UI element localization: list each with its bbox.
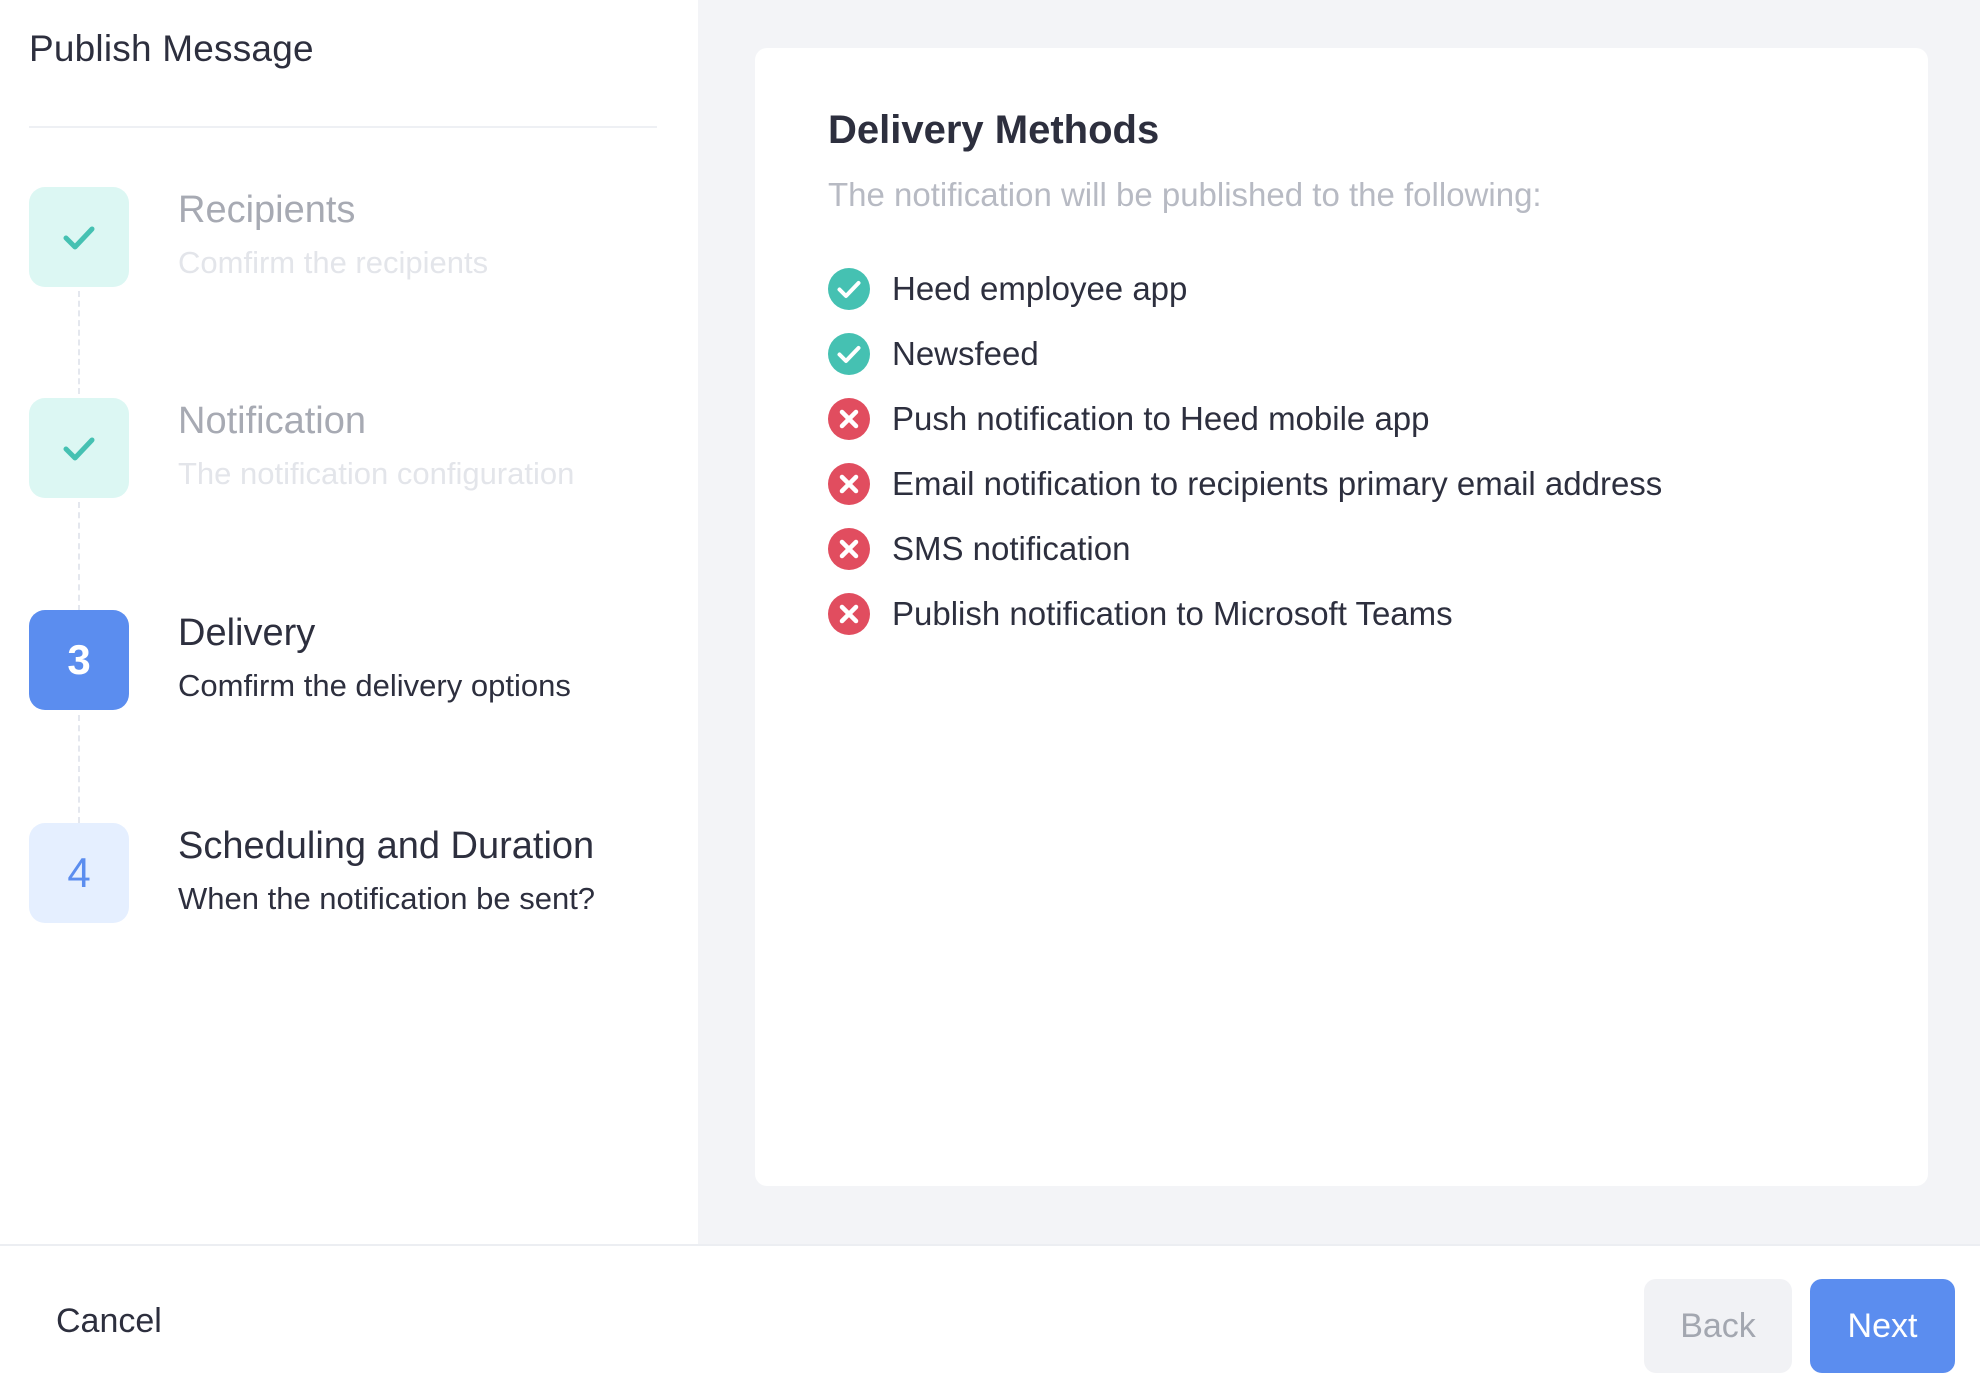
- step-title: Scheduling and Duration: [178, 825, 595, 867]
- step-badge: 4: [29, 823, 129, 923]
- method-label: Email notification to recipients primary…: [892, 464, 1663, 502]
- step-connector: [78, 715, 80, 823]
- step-subtitle: Comfirm the delivery options: [178, 668, 571, 703]
- x-circle-icon: [828, 397, 870, 440]
- section-title: Delivery Methods: [828, 108, 1160, 152]
- step-badge: [29, 398, 129, 498]
- list-item: Newsfeed: [828, 321, 1662, 386]
- step-delivery[interactable]: 3 Delivery Comfirm the delivery options: [29, 610, 689, 720]
- method-label: Push notification to Heed mobile app: [892, 399, 1430, 437]
- check-icon: [63, 437, 95, 461]
- method-label: SMS notification: [892, 529, 1131, 567]
- step-badge: 3: [29, 610, 129, 710]
- list-item: Push notification to Heed mobile app: [828, 386, 1662, 451]
- step-subtitle: The notification configuration: [178, 456, 575, 491]
- method-label: Newsfeed: [892, 334, 1039, 372]
- check-icon: [63, 226, 95, 250]
- check-circle-icon: [828, 332, 870, 375]
- x-circle-icon: [828, 462, 870, 505]
- step-title: Recipients: [178, 189, 356, 231]
- list-item: Email notification to recipients primary…: [828, 451, 1662, 516]
- step-recipients[interactable]: Recipients Comfirm the recipients: [29, 187, 689, 297]
- divider: [29, 126, 657, 128]
- back-button[interactable]: Back: [1644, 1279, 1792, 1373]
- dialog-footer: Cancel Back Next: [0, 1244, 1980, 1395]
- section-subtitle: The notification will be published to th…: [828, 176, 1542, 213]
- step-notification[interactable]: Notification The notification configurat…: [29, 398, 689, 508]
- method-label: Publish notification to Microsoft Teams: [892, 594, 1453, 632]
- step-connector: [78, 291, 80, 394]
- delivery-methods-card: Delivery Methods The notification will b…: [755, 48, 1928, 1186]
- content-area: Delivery Methods The notification will b…: [698, 0, 1980, 1244]
- x-circle-icon: [828, 592, 870, 635]
- step-title: Delivery: [178, 612, 316, 654]
- publish-message-dialog: Publish Message Recipients Comfirm the r…: [0, 0, 1980, 1395]
- stepper-sidebar: Publish Message Recipients Comfirm the r…: [0, 0, 698, 1244]
- step-badge: [29, 187, 129, 287]
- step-subtitle: When the notification be sent?: [178, 881, 596, 916]
- step-connector: [78, 502, 80, 611]
- list-item: SMS notification: [828, 516, 1662, 581]
- check-circle-icon: [828, 267, 870, 310]
- step-scheduling[interactable]: 4 Scheduling and Duration When the notif…: [29, 823, 689, 933]
- method-label: Heed employee app: [892, 269, 1188, 307]
- cancel-button[interactable]: Cancel: [30, 1298, 188, 1345]
- delivery-methods-list: Heed employee app Newsfeed Push notifica…: [828, 256, 1662, 646]
- list-item: Heed employee app: [828, 256, 1662, 321]
- dialog-title: Publish Message: [29, 28, 314, 69]
- step-title: Notification: [178, 400, 366, 442]
- step-subtitle: Comfirm the recipients: [178, 245, 489, 280]
- list-item: Publish notification to Microsoft Teams: [828, 581, 1662, 646]
- x-circle-icon: [828, 527, 870, 570]
- next-button[interactable]: Next: [1810, 1279, 1955, 1373]
